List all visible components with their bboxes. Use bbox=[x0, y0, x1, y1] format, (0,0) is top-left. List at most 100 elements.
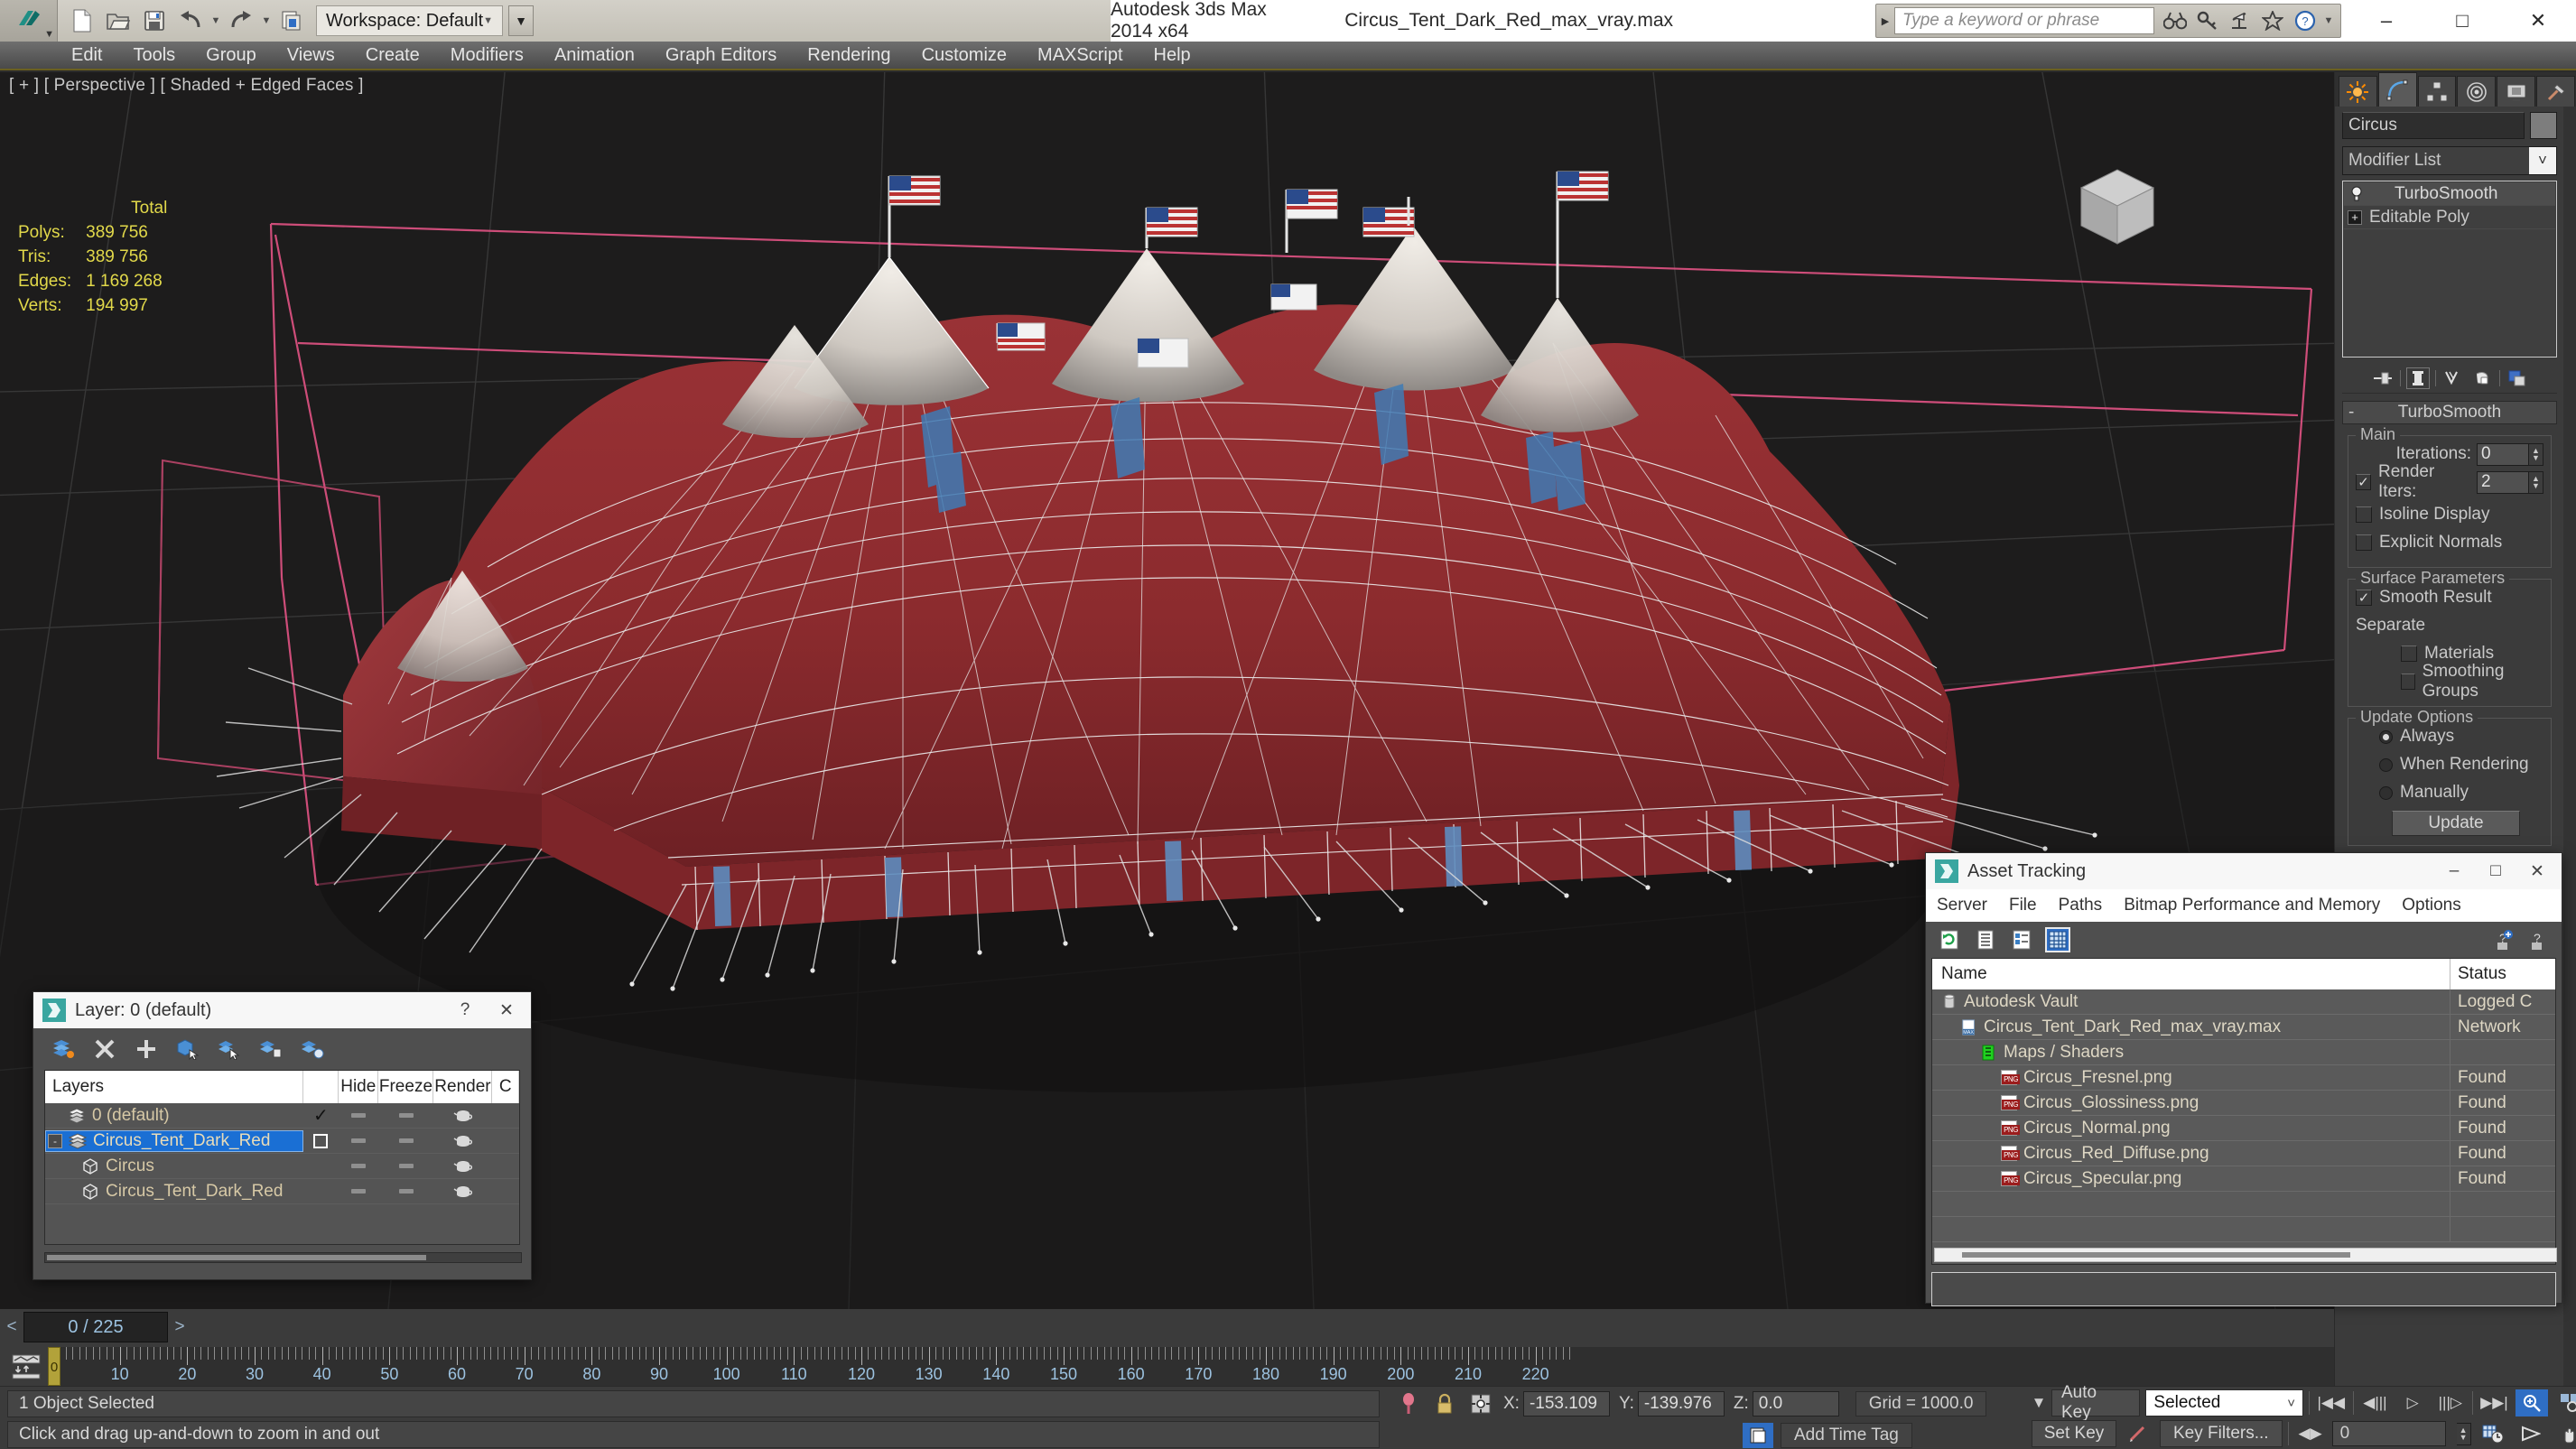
layer-hide-cell[interactable] bbox=[339, 1138, 378, 1143]
layer-render-cell[interactable] bbox=[433, 1109, 492, 1123]
refresh-icon[interactable] bbox=[1937, 927, 1962, 952]
chevron-down-icon[interactable]: ˅ bbox=[2529, 147, 2556, 174]
modifier-stack-item-editable-poly[interactable]: + Editable Poly bbox=[2344, 206, 2555, 229]
workspace-selector[interactable]: Workspace: Default ▼ bbox=[316, 5, 504, 36]
current-frame-field[interactable]: 0 bbox=[2331, 1421, 2446, 1446]
add-time-tag-button[interactable]: Add Time Tag bbox=[1781, 1423, 1912, 1448]
utilities-tab[interactable] bbox=[2536, 76, 2575, 107]
layer-active-cell[interactable] bbox=[303, 1133, 339, 1148]
asset-menu-item-paths[interactable]: Paths bbox=[2048, 889, 2114, 922]
search-input[interactable]: Type a keyword or phrase bbox=[1894, 7, 2154, 34]
layer-freeze-cell[interactable] bbox=[379, 1164, 434, 1168]
viewport-label[interactable]: [ + ] [ Perspective ] [ Shaded + Edged F… bbox=[9, 76, 364, 96]
track-bar[interactable]: 10 20 30 40 50 60 70 80 90 100 110 120 130 140 150 160 1… bbox=[0, 1347, 2334, 1386]
application-menu-button[interactable]: ▼ bbox=[0, 0, 58, 42]
view-cube[interactable] bbox=[2063, 153, 2171, 253]
key-icon[interactable] bbox=[2192, 5, 2223, 36]
modifier-stack-item-turbosmooth[interactable]: TurboSmooth bbox=[2344, 182, 2555, 206]
absolute-relative-toggle-icon[interactable] bbox=[1467, 1390, 1494, 1417]
save-file-icon[interactable] bbox=[137, 4, 172, 38]
coordinate-x[interactable]: X: -153.109 bbox=[1503, 1391, 1610, 1416]
z-axis-value[interactable]: 0.0 bbox=[1752, 1391, 1839, 1416]
layer-row[interactable]: 0 (default) ✓ bbox=[45, 1103, 519, 1129]
highlight-selected-objects-layer-icon[interactable] bbox=[257, 1036, 284, 1063]
time-slider-playhead[interactable]: 0 bbox=[48, 1347, 60, 1386]
play-animation-button[interactable]: ▷ bbox=[2396, 1389, 2429, 1416]
asset-row[interactable]: PNG Circus_Red_Diffuse.png Found bbox=[1932, 1141, 2555, 1166]
always-radio[interactable] bbox=[2379, 729, 2393, 744]
asset-row[interactable]: Maps / Shaders bbox=[1932, 1040, 2555, 1065]
remove-modifier-icon[interactable] bbox=[2470, 367, 2494, 389]
time-configuration-button[interactable] bbox=[2477, 1420, 2509, 1447]
delete-layer-icon[interactable] bbox=[91, 1036, 118, 1063]
open-file-icon[interactable] bbox=[101, 4, 135, 38]
iterations-spinner[interactable]: 0 ▲ ▼ bbox=[2477, 442, 2543, 466]
frame-spinner[interactable]: ▲ ▼ bbox=[2456, 1422, 2471, 1445]
materials-checkbox[interactable] bbox=[2401, 646, 2417, 662]
layer-row[interactable]: Circus bbox=[45, 1154, 519, 1179]
select-objects-in-layer-icon[interactable] bbox=[174, 1036, 201, 1063]
layer-row[interactable]: - Circus_Tent_Dark_Red bbox=[45, 1129, 519, 1154]
pin-stack-status-icon[interactable] bbox=[1395, 1390, 1422, 1417]
hierarchy-tab[interactable] bbox=[2417, 76, 2457, 107]
render-iters-value[interactable]: 2 bbox=[2477, 470, 2529, 494]
help-add-icon[interactable]: ? bbox=[2491, 927, 2516, 952]
display-tab[interactable] bbox=[2497, 76, 2536, 107]
layer-render-cell[interactable] bbox=[434, 1159, 493, 1174]
render-iters-checkbox[interactable]: ✓ bbox=[2356, 474, 2371, 490]
render-iters-spinner-arrows[interactable]: ▲ ▼ bbox=[2529, 470, 2543, 494]
new-file-icon[interactable] bbox=[65, 4, 99, 38]
layer-freeze-cell[interactable] bbox=[379, 1189, 434, 1194]
menu-item-maxscript[interactable]: MAXScript bbox=[1022, 41, 1138, 70]
next-frame-button[interactable]: |||▷ bbox=[2434, 1389, 2467, 1416]
star-icon[interactable] bbox=[2257, 5, 2288, 36]
menu-item-modifiers[interactable]: Modifiers bbox=[435, 41, 539, 70]
asset-menu-item-file[interactable]: File bbox=[1998, 889, 2048, 922]
make-unique-icon[interactable] bbox=[2441, 367, 2465, 389]
asset-row[interactable] bbox=[1932, 1192, 2555, 1217]
help-icon[interactable]: ? bbox=[2290, 5, 2320, 36]
layer-active-cell[interactable]: ✓ bbox=[303, 1104, 339, 1127]
go-to-start-button[interactable]: |◀◀ bbox=[2315, 1389, 2348, 1416]
layer-dialog[interactable]: Layer: 0 (default) ? ✕ Layers Hide Freez… bbox=[33, 991, 532, 1280]
field-of-view-button[interactable] bbox=[2515, 1420, 2547, 1447]
zoom-button[interactable] bbox=[2516, 1389, 2548, 1416]
layer-row[interactable]: Circus_Tent_Dark_Red bbox=[45, 1179, 519, 1204]
key-filters-button[interactable]: Key Filters... bbox=[2160, 1420, 2283, 1447]
key-mode-toggle-button[interactable]: ◀▶ bbox=[2294, 1420, 2327, 1447]
update-option-manually[interactable]: Manually bbox=[2356, 780, 2543, 805]
previous-frame-arrow-icon[interactable]: < bbox=[0, 1312, 23, 1342]
menu-item-group[interactable]: Group bbox=[191, 41, 272, 70]
layer-render-cell[interactable] bbox=[433, 1134, 492, 1148]
asset-tracking-dialog[interactable]: Asset Tracking – □ ✕ Server File Paths Bitm… bbox=[1925, 852, 2562, 1306]
asset-row[interactable]: PNG Circus_Normal.png Found bbox=[1932, 1116, 2555, 1141]
object-name-field[interactable]: Circus bbox=[2342, 112, 2525, 139]
update-option-always[interactable]: Always bbox=[2356, 724, 2543, 749]
rollout-collapse-icon[interactable]: - bbox=[2348, 403, 2354, 423]
zoom-all-button[interactable] bbox=[2553, 1389, 2576, 1416]
layer-horizontal-scrollbar[interactable] bbox=[44, 1252, 522, 1263]
redo-dropdown-icon[interactable]: ▼ bbox=[260, 4, 273, 38]
layer-expander-icon[interactable]: - bbox=[48, 1133, 62, 1148]
set-key-filter-icon[interactable] bbox=[2122, 1420, 2154, 1447]
asset-row[interactable]: PNG Circus_Specular.png Found bbox=[1932, 1166, 2555, 1192]
layer-hide-cell[interactable] bbox=[339, 1164, 378, 1168]
asset-menu-item-options[interactable]: Options bbox=[2391, 889, 2471, 922]
search-expand-icon[interactable]: ▶ bbox=[1876, 5, 1894, 37]
menu-item-graph-editors[interactable]: Graph Editors bbox=[650, 41, 792, 70]
menu-item-tools[interactable]: Tools bbox=[117, 41, 191, 70]
qat-overflow-button[interactable]: ▼ bbox=[508, 5, 535, 36]
menu-item-help[interactable]: Help bbox=[1139, 41, 1206, 70]
asset-row[interactable]: PNG Circus_Glossiness.png Found bbox=[1932, 1091, 2555, 1116]
detail-view-icon[interactable] bbox=[2009, 927, 2034, 952]
modifier-stack[interactable]: TurboSmooth + Editable Poly bbox=[2342, 181, 2557, 358]
layer-close-button[interactable]: ✕ bbox=[486, 993, 527, 1027]
asset-menu-item-bitmap-performance-and-memory[interactable]: Bitmap Performance and Memory bbox=[2113, 889, 2391, 922]
close-button[interactable]: ✕ bbox=[2500, 0, 2576, 42]
turbosmooth-rollout-header[interactable]: - TurboSmooth bbox=[2342, 401, 2557, 424]
go-to-end-button[interactable]: ▶▶| bbox=[2478, 1389, 2511, 1416]
isoline-display-checkbox[interactable] bbox=[2356, 506, 2372, 523]
coordinate-y[interactable]: Y: -139.976 bbox=[1619, 1391, 1725, 1416]
create-new-layer-icon[interactable] bbox=[50, 1036, 77, 1063]
auto-key-button[interactable]: Auto Key bbox=[2051, 1383, 2141, 1422]
